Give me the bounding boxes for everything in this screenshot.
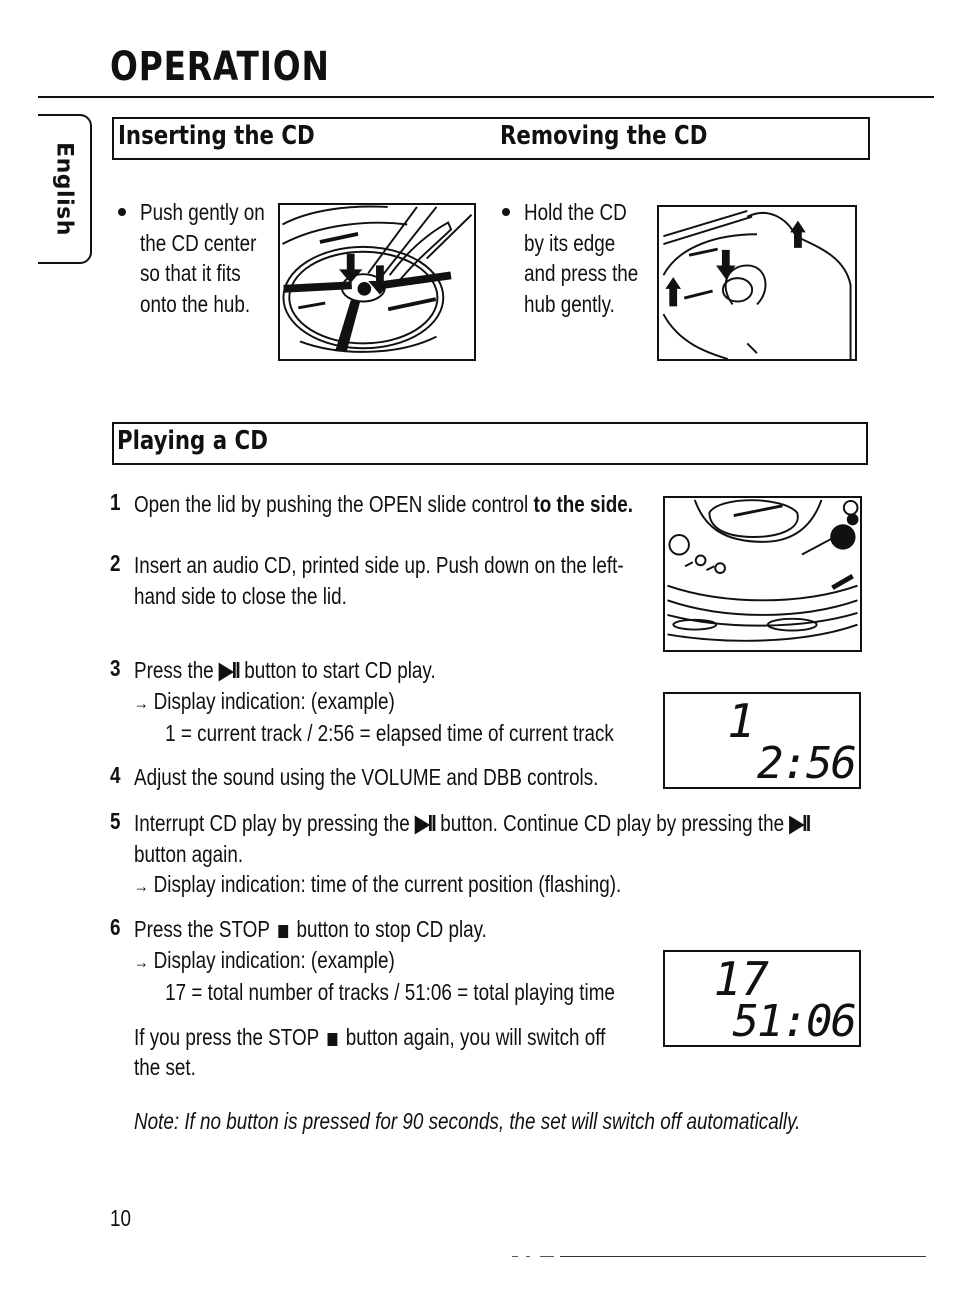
step-number: 5 xyxy=(110,808,121,834)
stop-icon xyxy=(327,1032,338,1046)
display-example-stop: 17 51:06 xyxy=(663,950,861,1047)
inserting-cd-illustration xyxy=(278,203,476,361)
inserting-heading: Inserting the CD xyxy=(118,121,315,151)
lcd-total-time: 51:06 xyxy=(732,996,857,1047)
lcd-track-number: 1 xyxy=(727,694,755,748)
step-number: 1 xyxy=(110,489,121,515)
auto-off-note: Note: If no button is pressed for 90 sec… xyxy=(134,1108,801,1134)
removing-heading: Removing the CD xyxy=(500,121,708,151)
step-number: 4 xyxy=(110,762,121,788)
removing-cd-illustration xyxy=(657,205,857,361)
language-tab: English xyxy=(38,114,92,264)
bullet xyxy=(118,208,126,216)
page-number: 10 xyxy=(110,1205,131,1231)
step-3-text: Press the ▶II button to start CD play. →… xyxy=(134,657,614,746)
footer-dash xyxy=(512,1256,518,1257)
step-5-text: Interrupt CD play by pressing the ▶II bu… xyxy=(134,808,811,902)
playing-heading: Playing a CD xyxy=(117,426,268,456)
stop-icon xyxy=(278,925,288,938)
play-pause-icon: ▶II xyxy=(218,657,241,683)
footer-rule xyxy=(560,1256,926,1257)
page-title: OPERATION xyxy=(110,44,330,90)
step-1-text: Open the lid by pushing the OPEN slide c… xyxy=(134,491,633,517)
title-divider xyxy=(38,96,934,98)
cd-insert-drawing xyxy=(281,205,473,353)
result-arrow-icon: → xyxy=(134,692,149,713)
play-pause-icon: ▶II xyxy=(414,810,437,836)
step-4-text: Adjust the sound using the VOLUME and DB… xyxy=(134,764,599,790)
display-example-play: 1 2:56 xyxy=(663,692,861,789)
cd-player-illustration xyxy=(663,496,862,652)
result-arrow-icon: → xyxy=(134,876,149,896)
step-number: 6 xyxy=(110,914,121,940)
step-number: 3 xyxy=(110,655,121,681)
cd-remove-drawing xyxy=(662,209,852,359)
language-tab-label: English xyxy=(51,142,77,236)
step-6-text: Press the STOP button to stop CD play. →… xyxy=(134,916,615,1080)
footer-dash xyxy=(540,1256,554,1257)
footer-dash xyxy=(526,1256,530,1257)
lcd-elapsed-time: 2:56 xyxy=(757,738,857,789)
bullet xyxy=(502,208,510,216)
inserting-instructions: Push gently on the CD center so that it … xyxy=(140,199,265,317)
result-arrow-icon: → xyxy=(134,951,149,972)
step-2-text: Insert an audio CD, printed side up. Pus… xyxy=(134,552,624,609)
step-number: 2 xyxy=(110,550,121,576)
removing-instructions: Hold the CD by its edge and press the hu… xyxy=(524,199,639,317)
play-pause-icon: ▶II xyxy=(789,810,811,836)
cd-player-drawing xyxy=(667,499,859,642)
